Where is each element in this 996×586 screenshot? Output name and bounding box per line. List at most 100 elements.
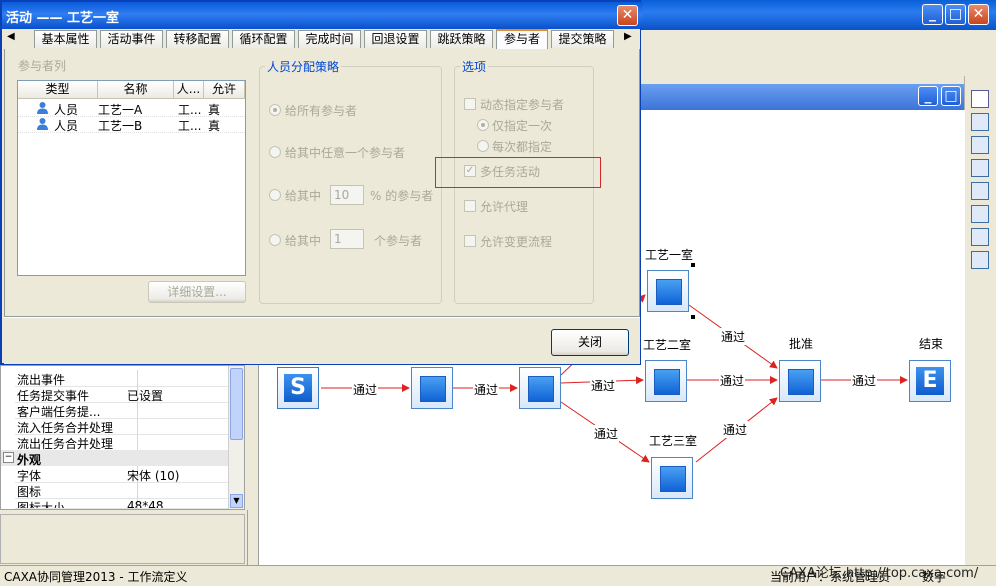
participants-group-title: 参与者列	[18, 59, 67, 73]
tab-strip: ◀ 基本属性 活动事件 转移配置 循环配置 完成时间 回退设置 跳跃策略 参与者…	[4, 29, 640, 50]
tab-time[interactable]: 完成时间	[298, 30, 361, 48]
activity-tool-icon[interactable]	[971, 136, 989, 154]
count-input[interactable]: 1	[330, 229, 364, 249]
end-icon: E	[916, 367, 944, 395]
tab-scroll-right-icon[interactable]: ▶	[624, 31, 632, 42]
radio-count[interactable]	[269, 234, 281, 246]
check-dynamic[interactable]	[464, 98, 476, 110]
prop-row[interactable]: 图标	[15, 482, 231, 499]
percent-input[interactable]: 10	[330, 185, 364, 205]
activity-dialog: 活动 —— 工艺一室 ✕ ◀ 基本属性 活动事件 转移配置 循环配置 完成时间 …	[0, 0, 643, 365]
radio-percent[interactable]	[269, 189, 281, 201]
prop-row[interactable]: 流出事件	[15, 370, 231, 387]
check-change-flow[interactable]	[464, 235, 476, 247]
participants-list[interactable]: 类型 名称 人... 允许 人员 工艺一A 工... 真 人员 工艺一B 工..…	[17, 80, 246, 276]
detail-settings-button[interactable]: 详细设置...	[148, 281, 246, 303]
tool-palette	[964, 76, 996, 269]
edge-label: 通过	[473, 381, 500, 398]
list-item[interactable]: 人员 工艺一A 工... 真	[18, 100, 245, 117]
doc-restore-button[interactable]: □	[941, 86, 961, 106]
subflow-tool-icon[interactable]	[971, 182, 989, 200]
prop-row[interactable]: 字体 宋体 (10)	[15, 466, 231, 483]
check-change-flow-label: 允许变更流程	[480, 235, 553, 249]
zoom-tool-icon[interactable]	[971, 228, 989, 246]
col-allow[interactable]: 允许	[204, 81, 245, 99]
node-craft1[interactable]	[647, 270, 689, 312]
prop-section-header[interactable]: − 外观	[1, 450, 230, 467]
node-craft3[interactable]	[651, 457, 693, 499]
selection-handle[interactable]	[691, 315, 695, 319]
list-item[interactable]: 人员 工艺一B 工... 真	[18, 116, 245, 133]
check-proxy[interactable]	[464, 200, 476, 212]
radio-percent-label: 给其中	[285, 189, 322, 203]
check-dynamic-label: 动态指定参与者	[480, 98, 565, 112]
person-icon	[37, 102, 48, 114]
radio-once-label: 仅指定一次	[492, 119, 553, 133]
edge-label: 通过	[851, 372, 878, 389]
minimize-button[interactable]: _	[922, 4, 943, 25]
node-approve[interactable]	[779, 360, 821, 402]
prop-row[interactable]: 图标大小 48*48	[15, 498, 231, 509]
activity-node-2[interactable]	[519, 367, 561, 409]
strategy-group-title: 人员分配策略	[265, 58, 342, 75]
node-craft2[interactable]	[645, 360, 687, 402]
radio-any-label: 给其中任意一个参与者	[285, 146, 406, 160]
col-type[interactable]: 类型	[18, 81, 98, 99]
edge-label: 通过	[593, 425, 620, 442]
dialog-title: 活动 —— 工艺一室	[6, 11, 120, 26]
edit-activity-tool-icon[interactable]	[971, 159, 989, 177]
edge-label: 通过	[352, 381, 379, 398]
dialog-close-icon[interactable]: ✕	[617, 5, 638, 26]
doc-minimize-button[interactable]: _	[918, 86, 938, 106]
prop-row[interactable]: 流入任务合并处理	[15, 418, 231, 435]
edge-label: 通过	[720, 328, 747, 345]
radio-any[interactable]	[269, 146, 281, 158]
end-tool-icon[interactable]	[971, 251, 989, 269]
col-name[interactable]: 名称	[98, 81, 174, 99]
cc-tool-icon[interactable]	[971, 205, 989, 223]
left-lower-panel	[0, 510, 248, 565]
col-person[interactable]: 人...	[174, 81, 204, 99]
radio-all-label: 给所有参与者	[285, 104, 358, 118]
tab-rollback[interactable]: 回退设置	[364, 30, 427, 48]
prop-row[interactable]: 客户端任务提...	[15, 402, 231, 419]
activity-node-1[interactable]	[411, 367, 453, 409]
maximize-button[interactable]: □	[945, 4, 966, 25]
radio-once[interactable]	[477, 119, 489, 131]
check-multitask[interactable]: ✓	[464, 165, 476, 177]
prop-row[interactable]: 流出任务合并处理	[15, 434, 231, 451]
menu-area	[641, 30, 996, 76]
edge-label: 通过	[590, 377, 617, 394]
start-node[interactable]: S	[277, 367, 319, 409]
radio-every[interactable]	[477, 140, 489, 152]
tab-events[interactable]: 活动事件	[100, 30, 163, 48]
tab-scroll-left-icon[interactable]: ◀	[7, 31, 15, 42]
tab-jump[interactable]: 跳跃策略	[430, 30, 493, 48]
status-bar: CAXA协同管理2013 - 工作流定义 当前用户：系统管理员 数字 CAXA论…	[0, 565, 996, 586]
scroll-down-icon: ▼	[230, 494, 243, 508]
collapse-icon[interactable]: −	[3, 452, 14, 463]
tab-loop[interactable]: 循环配置	[232, 30, 295, 48]
connect-tool-icon[interactable]	[971, 113, 989, 131]
edge-label: 通过	[722, 421, 749, 438]
close-window-button[interactable]: ✕	[968, 4, 989, 25]
percent-suffix: % 的参与者	[370, 189, 434, 203]
prop-row[interactable]: 任务提交事件 已设置	[15, 386, 231, 403]
label-approve: 批准	[788, 337, 813, 351]
property-grid: 流出事件 任务提交事件 已设置 客户端任务提... 流入任务合并处理 流出任务合并…	[0, 365, 245, 510]
radio-count-label: 给其中	[285, 234, 322, 248]
close-button[interactable]: 关闭	[551, 329, 629, 356]
label-craft1: 工艺一室	[644, 248, 693, 262]
radio-all[interactable]	[269, 104, 281, 116]
prop-scrollbar[interactable]: ▼	[228, 366, 244, 509]
options-group-title: 选项	[460, 58, 489, 75]
tab-transition[interactable]: 转移配置	[166, 30, 229, 48]
tab-submit[interactable]: 提交策略	[551, 30, 614, 48]
tab-participants[interactable]: 参与者	[496, 29, 548, 49]
selection-handle[interactable]	[691, 263, 695, 267]
tab-basic[interactable]: 基本属性	[34, 30, 97, 48]
node-end[interactable]: E	[909, 360, 951, 402]
check-proxy-label: 允许代理	[480, 200, 529, 214]
dialog-footer	[4, 317, 640, 364]
pointer-tool-icon[interactable]	[971, 90, 989, 108]
